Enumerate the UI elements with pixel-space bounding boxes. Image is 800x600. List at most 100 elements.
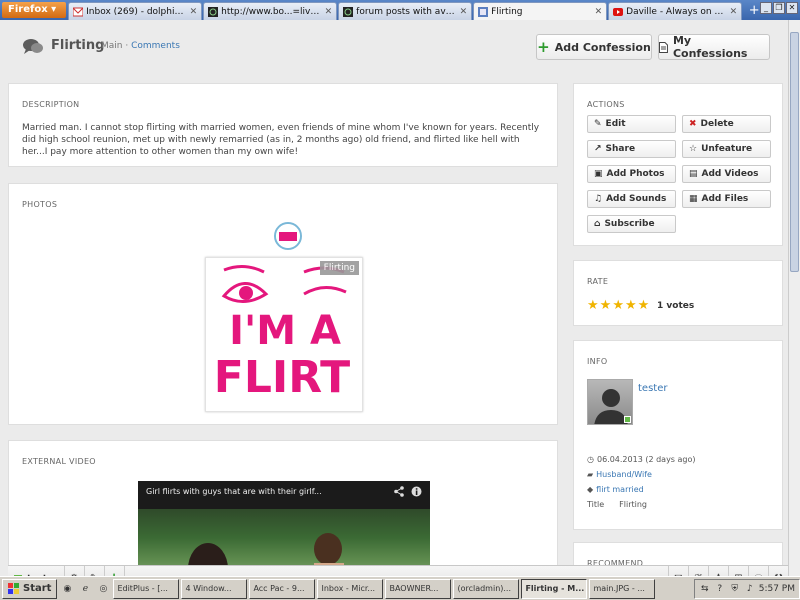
delete-icon: ✖ bbox=[689, 119, 697, 129]
description-card: DESCRIPTION Married man. I cannot stop f… bbox=[8, 83, 558, 167]
date-row: ◷ 06.04.2013 (2 days ago) bbox=[587, 455, 696, 464]
tags-link[interactable]: flirt married bbox=[596, 485, 644, 494]
gear-icon[interactable]: ⚙ bbox=[65, 566, 85, 576]
file-icon: ▦ bbox=[689, 194, 698, 204]
plus-icon: + bbox=[537, 38, 550, 56]
taskbar-item[interactable]: EditPlus - [... bbox=[113, 578, 180, 599]
star-icon[interactable]: ★ bbox=[625, 299, 637, 312]
add-files-button[interactable]: ▦ Add Files bbox=[682, 190, 771, 208]
firefox-icon[interactable]: ◎ bbox=[95, 581, 111, 597]
tag-icon: ⌂ bbox=[594, 219, 601, 229]
browser-tab[interactable]: http://www.bo...=live_tracker ✕ bbox=[203, 2, 338, 20]
taskbar-item[interactable]: main.JPG - ... bbox=[589, 578, 656, 599]
toolbar-right-icons: ✉ ❦ ♟ ⊞ ⓘ ⚒ bbox=[668, 566, 788, 576]
restore-icon[interactable]: ❐ bbox=[773, 2, 785, 14]
category-link[interactable]: Husband/Wife bbox=[596, 470, 652, 479]
share-button[interactable]: ↗ Share bbox=[587, 140, 676, 158]
taskbar-item[interactable]: (orcladmin)... bbox=[453, 578, 520, 599]
photo-icon: ▣ bbox=[594, 169, 603, 179]
crumb-separator: · bbox=[122, 41, 132, 51]
info-icon[interactable]: ⓘ bbox=[748, 566, 768, 576]
folder-icon: ▰ bbox=[587, 470, 594, 479]
twitter-icon[interactable]: ❦ bbox=[688, 566, 708, 576]
delete-button[interactable]: ✖ Delete bbox=[682, 115, 771, 133]
taskbar-item[interactable]: Acc Pac - 9... bbox=[249, 578, 316, 599]
close-icon[interactable]: ✕ bbox=[190, 7, 198, 17]
browser-tab[interactable]: forum posts with avatar on in... ✕ bbox=[338, 2, 473, 20]
my-confessions-button[interactable]: My Confessions bbox=[658, 34, 770, 60]
rating-stars[interactable]: ★ ★ ★ ★ ★ bbox=[587, 299, 649, 312]
help-icon[interactable]: ? bbox=[714, 583, 726, 595]
photos-heading: PHOTOS bbox=[22, 200, 58, 209]
mail-icon[interactable]: ✉ bbox=[668, 566, 688, 576]
minimize-icon[interactable]: _ bbox=[760, 2, 772, 14]
add-confession-button[interactable]: + Add Confession bbox=[536, 34, 652, 60]
edit-label: Edit bbox=[605, 119, 626, 129]
tag-icon: ◆ bbox=[587, 485, 594, 494]
chrome-icon[interactable]: ◉ bbox=[59, 581, 75, 597]
browser-tab[interactable]: Daville - Always on my Mind -... ✕ bbox=[608, 2, 743, 20]
site-icon bbox=[343, 6, 354, 17]
flirt-image: I'M A FLIRT bbox=[206, 258, 362, 411]
scrollbar-thumb[interactable] bbox=[790, 32, 799, 272]
users-icon[interactable]: ♟ bbox=[708, 566, 728, 576]
author-link[interactable]: tester bbox=[638, 383, 667, 394]
delete-label: Delete bbox=[700, 119, 734, 129]
actions-heading: ACTIONS bbox=[587, 100, 625, 109]
wrench-icon[interactable]: ⚒ bbox=[768, 566, 788, 576]
cart-icon[interactable]: ⊞ bbox=[728, 566, 748, 576]
bottom-toolbar: tester ⚙ ✎ + ✉ ❦ ♟ ⊞ ⓘ ⚒ bbox=[8, 565, 788, 576]
plus-icon[interactable]: + bbox=[105, 566, 125, 576]
video-title[interactable]: Girl flirts with guys that are with thei… bbox=[146, 487, 322, 496]
page-scrollbar[interactable] bbox=[788, 20, 800, 576]
browser-tab[interactable]: Inbox (269) - dolphinmods@... ✕ bbox=[68, 2, 203, 20]
add-photos-label: Add Photos bbox=[606, 169, 665, 179]
network-icon[interactable]: ⇆ bbox=[699, 583, 711, 595]
close-icon[interactable]: ✕ bbox=[786, 2, 798, 14]
tab-label: Flirting bbox=[491, 6, 523, 17]
avatar[interactable] bbox=[587, 379, 633, 425]
page-title: Flirting bbox=[51, 38, 105, 53]
taskbar-item[interactable]: 4 Window... bbox=[181, 578, 248, 599]
site-icon bbox=[478, 6, 489, 17]
taskbar-item-label: Acc Pac - 9... bbox=[253, 584, 305, 593]
flirt-logo-thumbnail[interactable] bbox=[274, 222, 302, 250]
flirt-photo[interactable]: I'M A FLIRT Flirting bbox=[205, 257, 363, 412]
clock[interactable]: 5:57 PM bbox=[759, 584, 795, 594]
edit-icon[interactable]: ✎ bbox=[85, 566, 105, 576]
star-icon[interactable]: ★ bbox=[587, 299, 599, 312]
add-sounds-button[interactable]: ♫ Add Sounds bbox=[587, 190, 676, 208]
system-tray: ⇆ ? ⛨ ♪ 5:57 PM bbox=[693, 578, 800, 599]
unfeature-label: Unfeature bbox=[701, 144, 753, 154]
edit-button[interactable]: ✎ Edit bbox=[587, 115, 676, 133]
start-button[interactable]: Start bbox=[2, 578, 58, 599]
star-outline-icon: ☆ bbox=[689, 144, 698, 154]
ie-icon[interactable]: ℯ bbox=[77, 581, 93, 597]
chat-bubbles-icon bbox=[23, 39, 43, 54]
firefox-menu-button[interactable]: Firefox ▾ bbox=[2, 2, 67, 18]
close-icon[interactable]: ✕ bbox=[595, 7, 603, 17]
taskbar-item-active[interactable]: Flirting - M... bbox=[521, 578, 588, 599]
star-icon[interactable]: ★ bbox=[600, 299, 612, 312]
share-icon[interactable] bbox=[394, 486, 404, 497]
star-icon[interactable]: ★ bbox=[612, 299, 624, 312]
subscribe-button[interactable]: ⌂ Subscribe bbox=[587, 215, 676, 233]
close-icon[interactable]: ✕ bbox=[325, 7, 333, 17]
close-icon[interactable]: ✕ bbox=[730, 7, 738, 17]
edit-icon: ✎ bbox=[594, 119, 602, 129]
tab-label: http://www.bo...=live_tracker bbox=[221, 6, 322, 17]
taskbar-item[interactable]: Inbox - Micr... bbox=[317, 578, 384, 599]
volume-icon[interactable]: ♪ bbox=[744, 583, 756, 595]
toolbar-user[interactable]: tester bbox=[8, 566, 65, 576]
taskbar-item[interactable]: BAOWNER... bbox=[385, 578, 452, 599]
unfeature-button[interactable]: ☆ Unfeature bbox=[682, 140, 771, 158]
close-icon[interactable]: ✕ bbox=[460, 7, 468, 17]
star-icon[interactable]: ★ bbox=[638, 299, 650, 312]
add-videos-button[interactable]: ▤ Add Videos bbox=[682, 165, 771, 183]
comments-link[interactable]: Comments bbox=[131, 41, 180, 51]
video-player[interactable]: Girl flirts with guys that are with thei… bbox=[138, 481, 430, 576]
add-photos-button[interactable]: ▣ Add Photos bbox=[587, 165, 676, 183]
info-icon[interactable] bbox=[411, 486, 422, 497]
browser-tab-active[interactable]: Flirting ✕ bbox=[473, 2, 608, 20]
shield-icon[interactable]: ⛨ bbox=[729, 583, 741, 595]
